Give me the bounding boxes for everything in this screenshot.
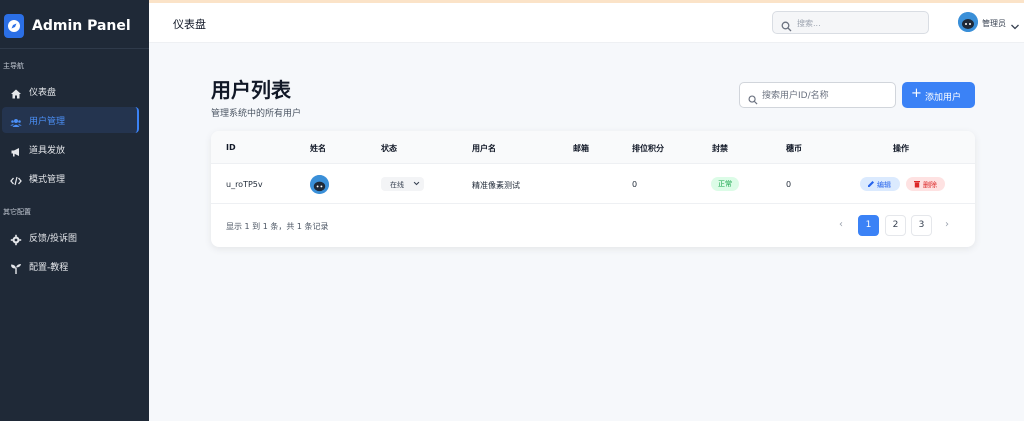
page-button-1[interactable]: 1 bbox=[858, 215, 879, 236]
user-table-card: ID 姓名 状态 用户名 邮箱 排位积分 封禁 穗币 操作 u_roTP5v 在… bbox=[211, 131, 975, 247]
sidebar-item-item-distribution[interactable]: 道具发放 bbox=[2, 136, 139, 162]
sidebar-item-dashboard[interactable]: 仪表盘 bbox=[2, 78, 139, 104]
sidebar-item-mode-management[interactable]: 模式管理 bbox=[2, 165, 139, 191]
column-header-name: 姓名 bbox=[310, 144, 326, 153]
status-select[interactable]: 在线 bbox=[381, 177, 424, 191]
column-header-email: 邮箱 bbox=[573, 144, 589, 153]
column-header-coins: 穗币 bbox=[786, 144, 802, 153]
column-header-username: 用户名 bbox=[472, 144, 496, 153]
page-button-3[interactable]: 3 bbox=[911, 215, 932, 236]
header-search[interactable] bbox=[772, 11, 929, 34]
status-badge: 正常 bbox=[711, 177, 739, 191]
avatar bbox=[310, 175, 329, 194]
brand-title: Admin Panel bbox=[32, 18, 131, 34]
sidebar-item-feedback[interactable]: 反馈/投诉图 bbox=[2, 224, 139, 250]
cell-id: u_roTP5v bbox=[226, 180, 263, 189]
code-icon bbox=[10, 172, 22, 186]
sidebar-item-config-tutorial[interactable]: 配置-教程 bbox=[2, 253, 139, 279]
cell-rank-points: 0 bbox=[632, 180, 638, 189]
sidebar-item-label: 模式管理 bbox=[29, 175, 66, 185]
header-search-input[interactable] bbox=[797, 15, 922, 31]
user-search-input[interactable] bbox=[762, 88, 890, 103]
home-icon bbox=[10, 85, 22, 99]
cell-username: 精准像素测试 bbox=[472, 181, 520, 190]
sidebar-item-label: 用户管理 bbox=[29, 117, 66, 127]
sprout-icon bbox=[10, 260, 22, 274]
sidebar-item-label: 配置-教程 bbox=[29, 263, 69, 273]
trash-icon bbox=[913, 180, 921, 190]
cell-coins: 0 bbox=[786, 180, 792, 189]
page-button-2[interactable]: 2 bbox=[885, 215, 906, 236]
section-label-other-config: 其它配置 bbox=[3, 208, 31, 216]
brand[interactable]: Admin Panel bbox=[0, 3, 149, 49]
gear-icon bbox=[10, 231, 22, 246]
megaphone-icon bbox=[10, 143, 22, 157]
table-row: u_roTP5v 在线 精准像素测试 0 正常 0 编辑 删除 bbox=[211, 164, 975, 204]
sidebar-item-label: 道具发放 bbox=[29, 146, 66, 156]
sidebar: Admin Panel 主导航 仪表盘 用户管理 道具发放 模式管理 其它配置 … bbox=[0, 0, 149, 421]
next-page-icon[interactable]: › bbox=[937, 215, 957, 235]
search-icon bbox=[748, 90, 758, 109]
user-search[interactable] bbox=[739, 82, 896, 108]
page-subtitle: 管理系统中的所有用户 bbox=[211, 109, 302, 119]
section-label-main-nav: 主导航 bbox=[3, 62, 24, 70]
pencil-icon bbox=[867, 180, 875, 190]
prev-page-icon[interactable]: ‹ bbox=[831, 215, 851, 235]
column-header-rank-points: 排位积分 bbox=[632, 144, 664, 153]
user-name: 管理员 bbox=[982, 19, 1006, 28]
sidebar-item-label: 反馈/投诉图 bbox=[29, 234, 78, 244]
top-header: 仪表盘 管理员 bbox=[149, 3, 1024, 43]
sidebar-item-label: 仪表盘 bbox=[29, 88, 57, 98]
table-header: ID 姓名 状态 用户名 邮箱 排位积分 封禁 穗币 操作 bbox=[211, 131, 975, 164]
status-value: 在线 bbox=[390, 181, 404, 189]
plus-icon: + bbox=[911, 86, 922, 101]
delete-label: 删除 bbox=[923, 181, 937, 189]
pagination-summary: 显示 1 到 1 条，共 1 条记录 bbox=[226, 222, 329, 231]
chevron-down-icon bbox=[1010, 17, 1020, 36]
search-icon bbox=[781, 17, 792, 36]
sidebar-item-users[interactable]: 用户管理 bbox=[2, 107, 139, 133]
delete-button[interactable]: 删除 bbox=[906, 177, 945, 191]
avatar bbox=[958, 12, 978, 32]
page-title-breadcrumb: 仪表盘 bbox=[173, 18, 206, 31]
add-user-button[interactable]: + 添加用户 bbox=[902, 82, 975, 108]
users-icon bbox=[10, 114, 22, 127]
edit-label: 编辑 bbox=[877, 181, 891, 189]
column-header-ban: 封禁 bbox=[712, 144, 728, 153]
column-header-id: ID bbox=[226, 143, 236, 152]
column-header-status: 状态 bbox=[381, 144, 397, 153]
add-user-label: 添加用户 bbox=[925, 93, 962, 103]
column-header-actions: 操作 bbox=[893, 144, 909, 153]
edit-button[interactable]: 编辑 bbox=[860, 177, 900, 191]
chevron-down-icon bbox=[413, 180, 420, 189]
page-title: 用户列表 bbox=[211, 78, 291, 102]
compass-icon bbox=[4, 14, 24, 38]
user-menu[interactable]: 管理员 bbox=[958, 12, 1020, 34]
